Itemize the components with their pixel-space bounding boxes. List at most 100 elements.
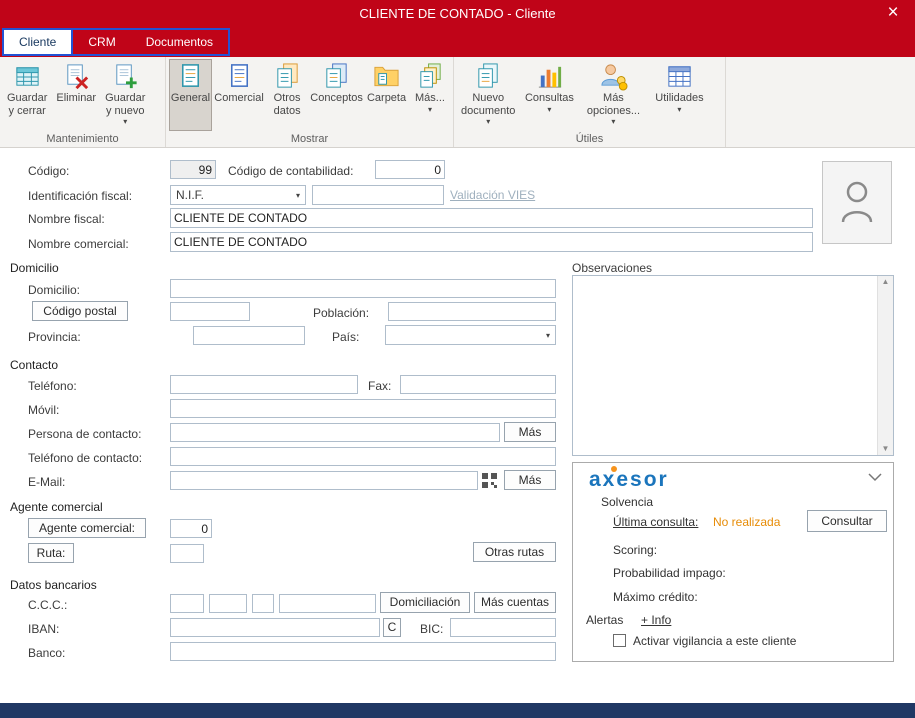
ribbon-tab-strip: Cliente CRM Documentos xyxy=(0,27,915,57)
domicilio-input[interactable] xyxy=(170,279,556,298)
ribbon: Guardar y cerrar Eliminar Guardar y nuev… xyxy=(0,57,915,148)
scroll-up-icon[interactable]: ▲ xyxy=(882,278,890,286)
ribbon-group-utiles: Nuevo documento ▾ Consultas ▾ Más opcion… xyxy=(454,57,726,147)
banco-label: Banco: xyxy=(28,646,65,660)
observaciones-textarea[interactable] xyxy=(573,276,877,455)
telefono-contacto-input[interactable] xyxy=(170,447,556,466)
mas-opciones-button[interactable]: Más opciones... ▾ xyxy=(579,59,647,131)
close-icon[interactable]: × xyxy=(879,2,907,24)
table-grid-icon xyxy=(665,62,694,91)
chevron-down-icon: ▾ xyxy=(296,191,300,200)
estado-consulta: No realizada xyxy=(713,515,780,529)
nombre-comercial-input[interactable] xyxy=(170,232,813,252)
iban-label: IBAN: xyxy=(28,622,59,636)
ultima-consulta-link[interactable]: Última consulta: xyxy=(613,515,698,529)
iban-input[interactable] xyxy=(170,618,380,637)
scrollbar[interactable]: ▲ ▼ xyxy=(877,276,893,455)
poblacion-input[interactable] xyxy=(388,302,556,321)
ruta-input[interactable] xyxy=(170,544,204,563)
ribbon-group-label: Mostrar xyxy=(166,133,453,145)
person-coins-icon xyxy=(599,62,628,91)
iban-c-button[interactable]: C xyxy=(383,618,401,637)
validacion-vies-link[interactable]: Validación VIES xyxy=(450,188,535,202)
cliente-window: CLIENTE DE CONTADO - Cliente × Cliente C… xyxy=(0,0,915,718)
otros-datos-icon xyxy=(273,62,302,91)
dropdown-arrow-icon: ▾ xyxy=(677,106,681,114)
photo-placeholder[interactable] xyxy=(822,161,892,244)
titlebar: CLIENTE DE CONTADO - Cliente × xyxy=(0,0,915,27)
ruta-button[interactable]: Ruta: xyxy=(28,543,74,563)
scoring-label: Scoring: xyxy=(613,543,657,557)
mas-email-button[interactable]: Más xyxy=(504,470,556,490)
tab-documentos[interactable]: Documentos xyxy=(131,30,228,54)
domicilio-label: Domicilio: xyxy=(28,283,80,297)
mas-persona-button[interactable]: Más xyxy=(504,422,556,442)
carpeta-button[interactable]: Carpeta xyxy=(365,59,408,131)
consultas-button[interactable]: Consultas ▾ xyxy=(520,59,578,131)
persona-contacto-label: Persona de contacto: xyxy=(28,427,141,441)
mas-cuentas-button[interactable]: Más cuentas xyxy=(474,592,556,613)
fax-input[interactable] xyxy=(400,375,556,394)
consultar-button[interactable]: Consultar xyxy=(807,510,887,532)
vigilancia-checkbox[interactable] xyxy=(613,634,626,647)
provincia-input[interactable] xyxy=(193,326,305,345)
domiciliacion-button[interactable]: Domiciliación xyxy=(380,592,470,613)
pais-select[interactable]: ▾ xyxy=(385,325,556,345)
banco-input[interactable] xyxy=(170,642,556,661)
tab-cliente[interactable]: Cliente xyxy=(4,30,73,54)
info-link[interactable]: + Info xyxy=(641,613,671,627)
otros-datos-button[interactable]: Otros datos xyxy=(266,59,308,131)
guardar-y-cerrar-button[interactable]: Guardar y cerrar xyxy=(3,59,51,131)
comercial-button[interactable]: Comercial xyxy=(213,59,265,131)
ccc-input-4[interactable] xyxy=(279,594,376,613)
general-button[interactable]: General xyxy=(169,59,212,131)
alertas-label: Alertas xyxy=(586,613,623,627)
bic-label: BIC: xyxy=(420,622,443,636)
movil-input[interactable] xyxy=(170,399,556,418)
nombre-fiscal-input[interactable] xyxy=(170,208,813,228)
codigo-label: Código: xyxy=(28,164,69,178)
new-document-icon xyxy=(474,62,503,91)
email-input[interactable] xyxy=(170,471,478,490)
persona-contacto-input[interactable] xyxy=(170,423,500,442)
section-datos-bancarios: Datos bancarios xyxy=(10,578,97,592)
ccc-input-1[interactable] xyxy=(170,594,204,613)
conceptos-button[interactable]: Conceptos xyxy=(309,59,364,131)
collapse-chevron-icon[interactable] xyxy=(867,471,883,485)
codigo-contabilidad-field[interactable] xyxy=(375,160,445,179)
agente-comercial-button[interactable]: Agente comercial: xyxy=(28,518,146,538)
telefono-input[interactable] xyxy=(170,375,358,394)
nuevo-documento-button[interactable]: Nuevo documento ▾ xyxy=(457,59,519,131)
telefono-label: Teléfono: xyxy=(28,379,77,393)
movil-label: Móvil: xyxy=(28,403,59,417)
codigo-field[interactable] xyxy=(170,160,216,179)
tab-crm[interactable]: CRM xyxy=(73,30,130,54)
guardar-y-nuevo-button[interactable]: Guardar y nuevo ▾ xyxy=(101,59,149,131)
otras-rutas-button[interactable]: Otras rutas xyxy=(473,542,556,562)
save-close-icon xyxy=(13,62,42,91)
agente-comercial-input[interactable] xyxy=(170,519,212,538)
eliminar-button[interactable]: Eliminar xyxy=(52,59,100,131)
utilidades-button[interactable]: Utilidades ▾ xyxy=(648,59,710,131)
qr-code-icon[interactable] xyxy=(482,473,497,491)
section-domicilio: Domicilio xyxy=(10,261,59,275)
nif-input[interactable] xyxy=(312,185,444,205)
ccc-label: C.C.C.: xyxy=(28,598,67,612)
identificacion-fiscal-select[interactable]: N.I.F. ▾ xyxy=(170,185,306,205)
scroll-down-icon[interactable]: ▼ xyxy=(882,445,890,453)
comercial-icon xyxy=(225,62,254,91)
ribbon-group-label: Útiles xyxy=(454,133,725,145)
codigo-contabilidad-label: Código de contabilidad: xyxy=(228,164,353,178)
nombre-comercial-label: Nombre comercial: xyxy=(28,237,129,251)
axesor-panel: axesor Solvencia Última consulta: No rea… xyxy=(572,462,894,662)
mas-button[interactable]: Más... ▾ xyxy=(409,59,451,131)
ccc-input-2[interactable] xyxy=(209,594,247,613)
general-icon xyxy=(176,62,205,91)
fax-label: Fax: xyxy=(368,379,391,393)
provincia-label: Provincia: xyxy=(28,330,81,344)
observaciones-box: ▲ ▼ xyxy=(572,275,894,456)
codigo-postal-button[interactable]: Código postal xyxy=(32,301,128,321)
bic-input[interactable] xyxy=(450,618,556,637)
ccc-input-3[interactable] xyxy=(252,594,274,613)
codigo-postal-input[interactable] xyxy=(170,302,250,321)
